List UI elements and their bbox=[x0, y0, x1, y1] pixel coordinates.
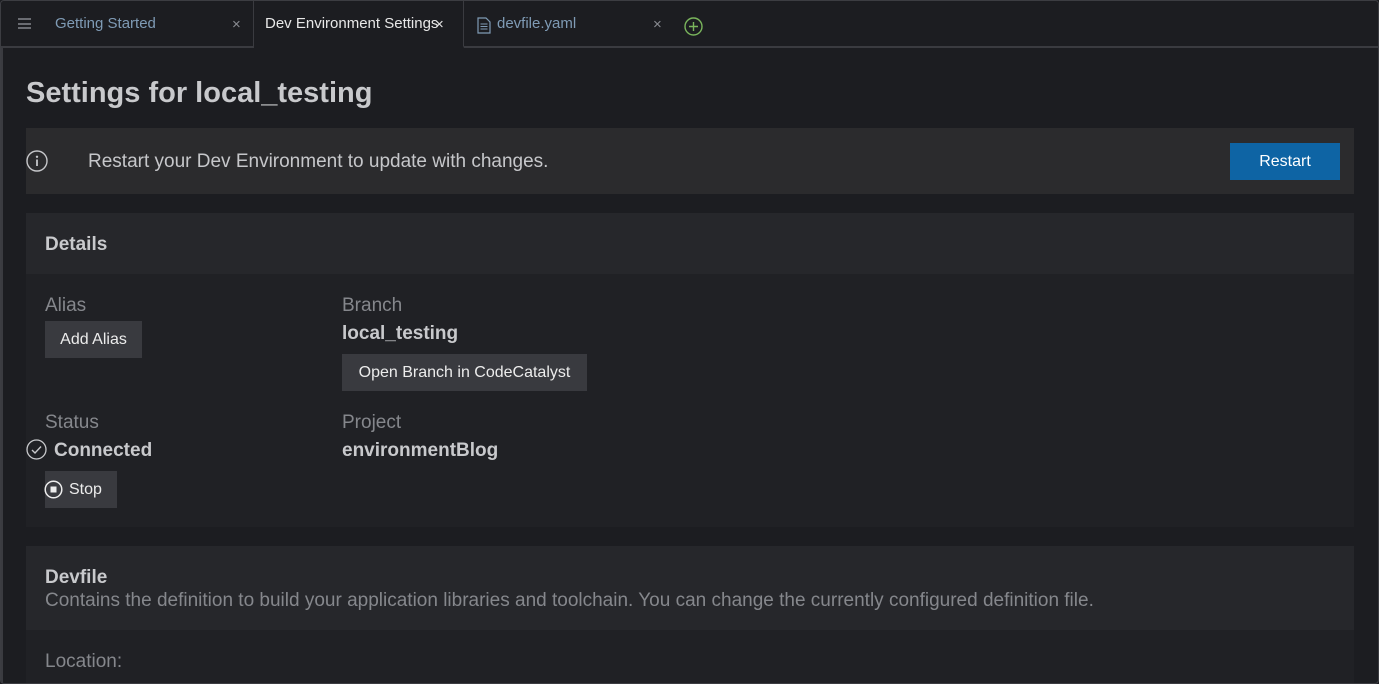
plus-circle-icon[interactable] bbox=[684, 17, 703, 36]
status-label: Status bbox=[45, 412, 99, 433]
section-title: Devfile bbox=[45, 567, 108, 588]
stop-label: Stop bbox=[69, 481, 102, 498]
tab-label: Getting Started bbox=[55, 15, 156, 32]
info-icon bbox=[26, 150, 48, 172]
tab-devfile-yaml[interactable]: devfile.yaml × bbox=[464, 1, 674, 46]
check-circle-icon bbox=[26, 439, 47, 460]
devfile-description: Contains the definition to build your ap… bbox=[45, 590, 1094, 611]
section-title: Details bbox=[45, 234, 108, 255]
open-branch-button[interactable]: Open Branch in CodeCatalyst bbox=[342, 354, 587, 391]
status-value: Connected bbox=[54, 440, 153, 461]
tab-label: Dev Environment Settings bbox=[265, 15, 439, 32]
close-icon[interactable]: × bbox=[435, 17, 444, 32]
stop-button[interactable]: Stop bbox=[44, 471, 117, 508]
stop-icon bbox=[44, 480, 63, 499]
details-header: Details bbox=[26, 213, 1354, 274]
details-section: Details Alias Add Alias Branch local_tes… bbox=[26, 213, 1354, 527]
devfile-section: Devfile Contains the definition to build… bbox=[26, 546, 1354, 683]
editor-window: Getting Started × Dev Environment Settin… bbox=[0, 0, 1379, 684]
restart-button[interactable]: Restart bbox=[1230, 143, 1340, 180]
branch-value: local_testing bbox=[342, 323, 459, 344]
tab-label: devfile.yaml bbox=[497, 15, 577, 32]
project-value: environmentBlog bbox=[342, 440, 499, 461]
branch-label: Branch bbox=[342, 295, 403, 316]
settings-page: Settings for local_testing Restart your … bbox=[1, 48, 1378, 683]
banner-message: Restart your Dev Environment to update w… bbox=[88, 151, 549, 172]
alias-label: Alias bbox=[45, 295, 87, 316]
close-icon[interactable]: × bbox=[653, 17, 662, 32]
file-icon bbox=[477, 17, 491, 34]
tab-getting-started[interactable]: Getting Started × bbox=[1, 1, 254, 46]
location-label: Location: bbox=[45, 651, 123, 672]
close-icon[interactable]: × bbox=[232, 17, 241, 32]
project-label: Project bbox=[342, 412, 402, 433]
menu-icon[interactable] bbox=[18, 18, 31, 29]
add-alias-button[interactable]: Add Alias bbox=[45, 321, 142, 358]
devfile-header: Devfile Contains the definition to build… bbox=[26, 546, 1354, 630]
tab-dev-environment-settings[interactable]: Dev Environment Settings × bbox=[254, 1, 464, 48]
tab-bar: Getting Started × Dev Environment Settin… bbox=[1, 1, 1378, 48]
restart-banner: Restart your Dev Environment to update w… bbox=[26, 128, 1354, 194]
page-title: Settings for local_testing bbox=[26, 77, 373, 109]
